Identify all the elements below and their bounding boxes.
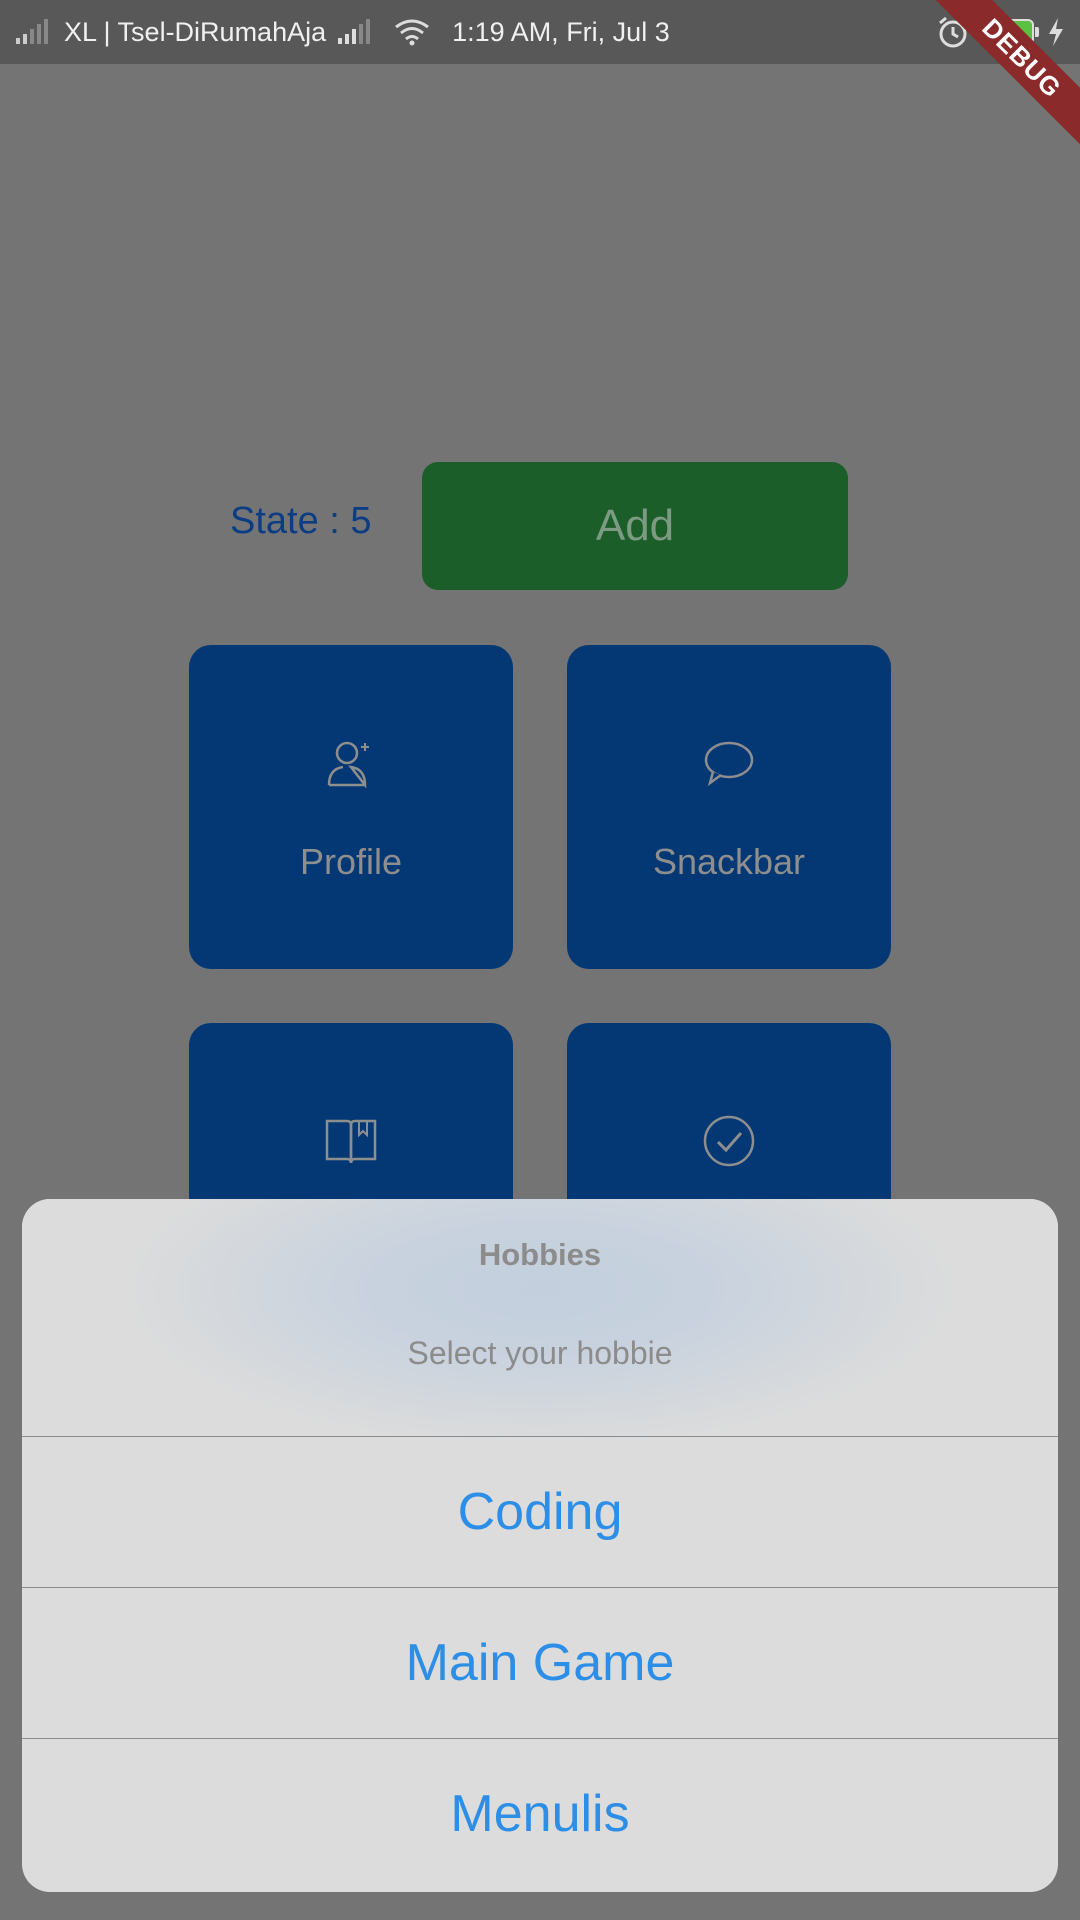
wifi-icon [395,19,430,46]
hobbies-action-sheet: Hobbies Select your hobbie Coding Main G… [22,1199,1058,1892]
add-button[interactable]: Add [422,462,848,590]
add-person-icon [327,741,369,789]
charging-icon [1049,18,1063,46]
book-icon [325,1119,377,1164]
action-sheet-title: Hobbies [478,1237,602,1272]
action-menulis[interactable]: Menulis [22,1739,1058,1889]
action-sheet-header: Hobbies Select your hobbie [22,1199,1058,1437]
chat-bubble-icon [704,741,754,787]
state-counter-label: State : 5 [230,500,372,542]
signal-icon [16,19,48,44]
signal-icon-2 [338,19,371,44]
action-sheet-message: Select your hobbie [407,1335,673,1371]
carrier-text: XL | Tsel-DiRumahAja [64,16,327,47]
status-bar: XL | Tsel-DiRumahAja 1:19 AM, Fri, Jul 3… [0,0,1080,64]
snackbar-tile[interactable]: Snackbar [567,645,891,969]
action-main-game[interactable]: Main Game [22,1588,1058,1739]
check-circle-icon [703,1115,755,1167]
clock-text: 1:19 AM, Fri, Jul 3 [452,16,670,47]
tile-label: Profile [299,841,403,882]
tile-label: Snackbar [652,841,806,882]
profile-tile[interactable]: Profile [189,645,513,969]
action-coding[interactable]: Coding [22,1437,1058,1588]
